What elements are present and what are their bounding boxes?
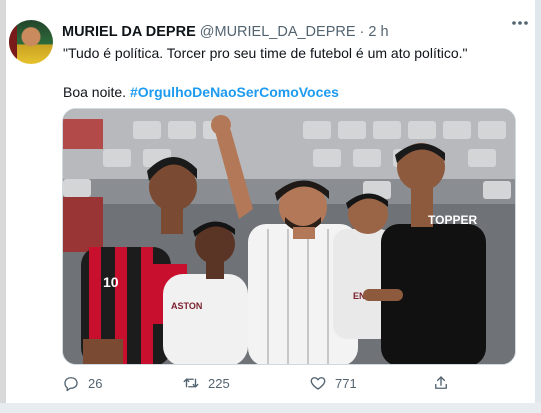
window-right-border bbox=[535, 0, 541, 413]
tweet-photo[interactable]: 10 ASTON ENE TOPPER bbox=[62, 108, 516, 365]
red-seat-block-lower bbox=[63, 197, 103, 252]
tweet-header: MURIEL DA DEPRE @MURIEL_DA_DEPRE · 2 h bbox=[62, 24, 389, 40]
author-name[interactable]: MURIEL DA DEPRE bbox=[62, 24, 196, 40]
tweet-text-greeting: Boa noite. bbox=[63, 84, 127, 100]
share-icon bbox=[432, 374, 450, 392]
avatar[interactable] bbox=[9, 20, 53, 64]
window-bottom-border bbox=[0, 403, 541, 413]
tweet-text-quote: "Tudo é política. Torcer pro seu time de… bbox=[63, 45, 468, 61]
share-button[interactable] bbox=[432, 374, 450, 392]
tweet-text-line2: Boa noite. #OrgulhoDeNaoSerComoVoces bbox=[63, 84, 339, 100]
more-options-icon[interactable] bbox=[511, 20, 529, 26]
retweet-button[interactable]: 225 bbox=[182, 374, 230, 392]
reply-button[interactable]: 26 bbox=[62, 374, 102, 392]
heart-icon bbox=[309, 374, 327, 392]
svg-text:10: 10 bbox=[103, 274, 119, 290]
svg-text:TOPPER: TOPPER bbox=[428, 213, 477, 227]
like-button[interactable]: 771 bbox=[309, 374, 357, 392]
tweet-actions: 26 225 771 bbox=[62, 374, 522, 396]
hashtag-link[interactable]: #OrgulhoDeNaoSerComoVoces bbox=[130, 84, 339, 100]
author-handle[interactable]: @MURIEL_DA_DEPRE bbox=[200, 24, 356, 40]
like-count: 771 bbox=[335, 375, 357, 391]
retweet-count: 225 bbox=[208, 375, 230, 391]
tweet-timestamp[interactable]: 2 h bbox=[368, 24, 388, 40]
retweet-icon bbox=[182, 374, 200, 392]
avatar-flag-stripe bbox=[9, 20, 17, 64]
stadium-upper-seats bbox=[63, 109, 515, 179]
tweet-card[interactable]: MURIEL DA DEPRE @MURIEL_DA_DEPRE · 2 h "… bbox=[6, 0, 535, 403]
reply-count: 26 bbox=[88, 375, 103, 391]
svg-text:ASTON: ASTON bbox=[171, 301, 202, 311]
header-separator: · bbox=[359, 24, 365, 40]
reply-icon bbox=[62, 374, 80, 392]
red-seat-block bbox=[63, 119, 103, 149]
